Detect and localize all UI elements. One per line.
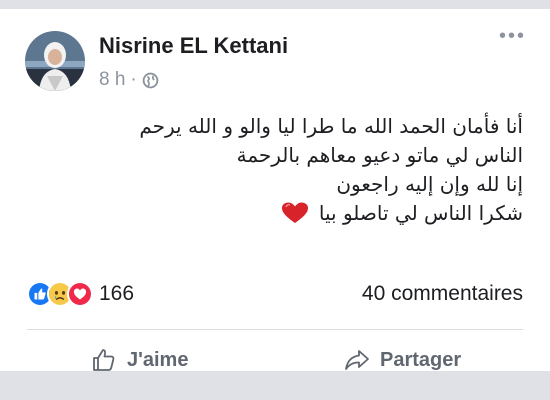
post-text-line: إنا لله وإن إليه راجعون [336, 172, 523, 196]
post-text-segment: شكرا الناس لي تاصلو بيا [318, 201, 523, 225]
comments-count[interactable]: 40 commentaires [362, 282, 523, 306]
love-icon [67, 281, 93, 307]
meta-separator: · [130, 69, 137, 90]
post-time[interactable]: 8 h [99, 69, 125, 91]
share-button[interactable]: Partager [344, 343, 461, 377]
red-heart-icon [281, 202, 309, 224]
divider [27, 329, 523, 330]
post-meta: 8 h · [99, 69, 159, 91]
like-button[interactable]: J'aime [91, 343, 188, 377]
post-text: أنا فأمان الحمد الله ما طرا ليا والو و ا… [53, 112, 523, 228]
share-label: Partager [380, 348, 462, 371]
post-text-line: أنا فأمان الحمد الله ما طرا ليا والو و ا… [139, 114, 523, 138]
share-arrow-icon [345, 350, 369, 370]
reactions-summary[interactable]: 166 [27, 281, 134, 307]
more-options-icon[interactable]: ••• [499, 25, 526, 48]
post-text-line: الناس لي ماتو دعيو معاهم بالرحمة [236, 143, 523, 167]
reaction-count[interactable]: 166 [99, 282, 134, 306]
globe-icon[interactable] [142, 72, 159, 89]
avatar[interactable] [25, 31, 85, 91]
author-name[interactable]: Nisrine EL Kettani [99, 33, 288, 59]
like-label: J'aime [127, 348, 189, 371]
post-card: Nisrine EL Kettani 8 h · ••• أنا فأمان ا… [0, 9, 550, 371]
thumbs-up-icon [93, 349, 115, 371]
post-text-line-last: شكرا الناس لي تاصلو بيا [53, 199, 523, 228]
